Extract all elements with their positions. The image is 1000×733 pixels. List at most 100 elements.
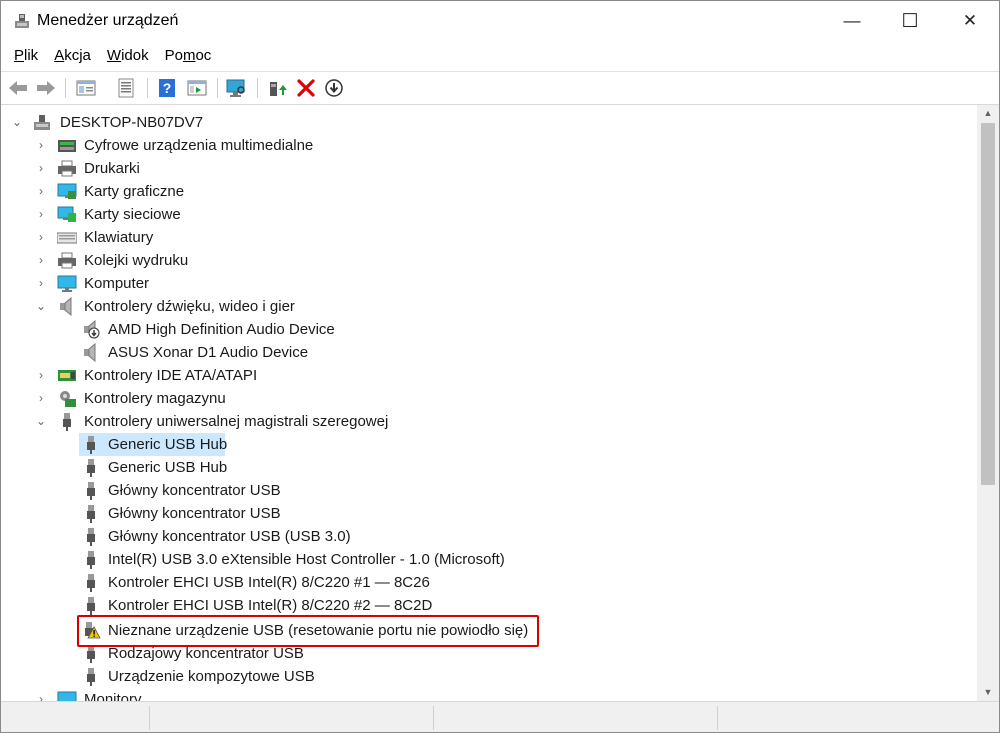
disable-device-button[interactable] [323, 77, 345, 99]
tree-node-label: Drukarki [84, 160, 140, 177]
title-bar: Menedżer urządzeń — ☐ ✕ [1, 1, 999, 41]
chevron-right-icon[interactable]: › [35, 162, 47, 174]
menu-pomoc[interactable]: Pomoc [157, 43, 220, 69]
tree-device-ehci-1[interactable]: Kontroler EHCI USB Intel(R) 8/C220 #1 — … [1, 571, 977, 594]
scrollbar-thumb[interactable] [981, 123, 995, 485]
properties-pane-icon [76, 80, 96, 96]
annotation-highlight-box [77, 615, 539, 647]
chevron-down-icon[interactable]: ⌄ [35, 415, 47, 427]
chevron-right-icon[interactable]: › [35, 369, 47, 381]
chevron-right-icon[interactable]: › [35, 693, 47, 701]
tree-device-root-hub-1[interactable]: Główny koncentrator USB [1, 479, 977, 502]
usb-plug-icon [63, 413, 71, 431]
chevron-right-icon[interactable]: › [35, 254, 47, 266]
tree-node-multimedia[interactable]: › Cyfrowe urządzenia multimedialne [1, 134, 977, 157]
device-list-button[interactable] [115, 77, 137, 99]
minimize-icon: — [843, 11, 861, 30]
chevron-right-icon[interactable]: › [35, 208, 47, 220]
tree-node-printers[interactable]: › Drukarki [1, 157, 977, 180]
scroll-down-arrow-icon[interactable]: ▼ [977, 684, 999, 701]
toolbar-separator [147, 78, 148, 98]
speaker-icon [60, 297, 72, 316]
help-button[interactable]: ? [156, 77, 178, 99]
menu-akcja[interactable]: Akcja [46, 43, 99, 69]
uninstall-x-icon [297, 79, 315, 97]
update-driver-button[interactable] [266, 77, 288, 99]
scan-hardware-icon [226, 79, 245, 97]
chevron-right-icon[interactable]: › [35, 277, 47, 289]
tree-node-sound-controllers[interactable]: ⌄ Kontrolery dźwięku, wideo i gier [1, 295, 977, 318]
tree-node-network-adapters[interactable]: › Karty sieciowe [1, 203, 977, 226]
tree-node-label: Kontrolery dźwięku, wideo i gier [84, 298, 295, 315]
usb-plug-icon [87, 668, 95, 686]
toolbar-separator [65, 78, 66, 98]
chevron-down-icon[interactable]: ⌄ [35, 300, 47, 312]
tree-node-storage-controllers[interactable]: › Kontrolery magazynu [1, 387, 977, 410]
maximize-icon: ☐ [901, 10, 919, 32]
tree-node-display-adapters[interactable]: › Karty graficzne [1, 180, 977, 203]
tree-device-root-hub-usb3[interactable]: Główny koncentrator USB (USB 3.0) [1, 525, 977, 548]
multimedia-device-icon [58, 140, 76, 152]
tree-device-label: Kontroler EHCI USB Intel(R) 8/C220 #2 — … [108, 597, 433, 614]
status-separator [433, 706, 434, 730]
tree-device-usb-hub[interactable]: Generic USB Hub [1, 456, 977, 479]
tree-device-label: Kontroler EHCI USB Intel(R) 8/C220 #1 — … [108, 574, 430, 591]
computer-tower-icon [34, 115, 50, 130]
tree-node-label: Karty graficzne [84, 183, 185, 200]
tree-node-label: Monitory [84, 691, 142, 701]
tree-device-label: Generic USB Hub [108, 436, 228, 453]
tree-device-label: Intel(R) USB 3.0 eXtensible Host Control… [108, 551, 505, 568]
vertical-scrollbar[interactable]: ▲ ▼ [977, 105, 999, 701]
back-arrow-icon [9, 81, 27, 95]
usb-plug-icon [87, 597, 95, 615]
usb-plug-icon [87, 436, 95, 454]
tree-node-label: Kontrolery uniwersalnej magistrali szere… [84, 413, 389, 430]
tree-device-label: Główny koncentrator USB [108, 505, 281, 522]
menu-widok[interactable]: Widok [99, 43, 157, 69]
tree-device-intel-xhci[interactable]: Intel(R) USB 3.0 eXtensible Host Control… [1, 548, 977, 571]
tree-device-ehci-2[interactable]: Kontroler EHCI USB Intel(R) 8/C220 #2 — … [1, 594, 977, 617]
display-adapter-icon [57, 183, 77, 199]
menu-plik[interactable]: Plik [6, 43, 46, 69]
chevron-down-icon[interactable]: ⌄ [11, 116, 23, 128]
tree-node-ide-controllers[interactable]: › Kontrolery IDE ATA/ATAPI [1, 364, 977, 387]
ide-controller-icon [58, 370, 76, 381]
tree-node-label: Cyfrowe urządzenia multimedialne [84, 137, 314, 154]
tree-node-monitors[interactable]: › Monitory [1, 688, 977, 701]
forward-arrow-icon [37, 81, 55, 95]
show-hide-tree-button[interactable] [186, 77, 208, 99]
tree-device-composite[interactable]: Urządzenie kompozytowe USB [1, 665, 977, 688]
update-driver-icon [270, 82, 287, 96]
usb-plug-icon [87, 505, 95, 523]
tree-device-root-hub-2[interactable]: Główny koncentrator USB [1, 502, 977, 525]
tree-device-asus-audio[interactable]: ASUS Xonar D1 Audio Device [1, 341, 977, 364]
print-queue-icon [58, 252, 76, 269]
tree-device-usb-hub-selected[interactable]: Generic USB Hub [1, 433, 977, 456]
svg-text:?: ? [163, 80, 172, 96]
properties-pane-button[interactable] [75, 77, 97, 99]
scan-hardware-button[interactable] [225, 77, 247, 99]
usb-plug-icon [87, 574, 95, 592]
minimize-button[interactable]: — [823, 1, 881, 41]
chevron-right-icon[interactable]: › [35, 392, 47, 404]
back-button[interactable] [7, 77, 29, 99]
tree-node-print-queues[interactable]: › Kolejki wydruku [1, 249, 977, 272]
uninstall-button[interactable] [295, 77, 317, 99]
tree-root[interactable]: ⌄ DESKTOP-NB07DV7 [1, 111, 977, 134]
usb-plug-icon [87, 551, 95, 569]
help-icon: ? [159, 79, 175, 97]
tree-node-computer[interactable]: › Komputer [1, 272, 977, 295]
chevron-right-icon[interactable]: › [35, 231, 47, 243]
toolbar: ? [1, 71, 999, 105]
close-button[interactable]: ✕ [941, 1, 999, 41]
scroll-up-arrow-icon[interactable]: ▲ [977, 105, 999, 122]
chevron-right-icon[interactable]: › [35, 185, 47, 197]
forward-button[interactable] [35, 77, 57, 99]
chevron-right-icon[interactable]: › [35, 139, 47, 151]
tree-node-keyboards[interactable]: › Klawiatury [1, 226, 977, 249]
keyboard-icon [57, 232, 77, 244]
tree-node-usb-controllers[interactable]: ⌄ Kontrolery uniwersalnej magistrali sze… [1, 410, 977, 433]
tree-device-amd-audio[interactable]: AMD High Definition Audio Device [1, 318, 977, 341]
network-adapter-icon [57, 206, 76, 222]
maximize-button[interactable]: ☐ [881, 1, 939, 41]
